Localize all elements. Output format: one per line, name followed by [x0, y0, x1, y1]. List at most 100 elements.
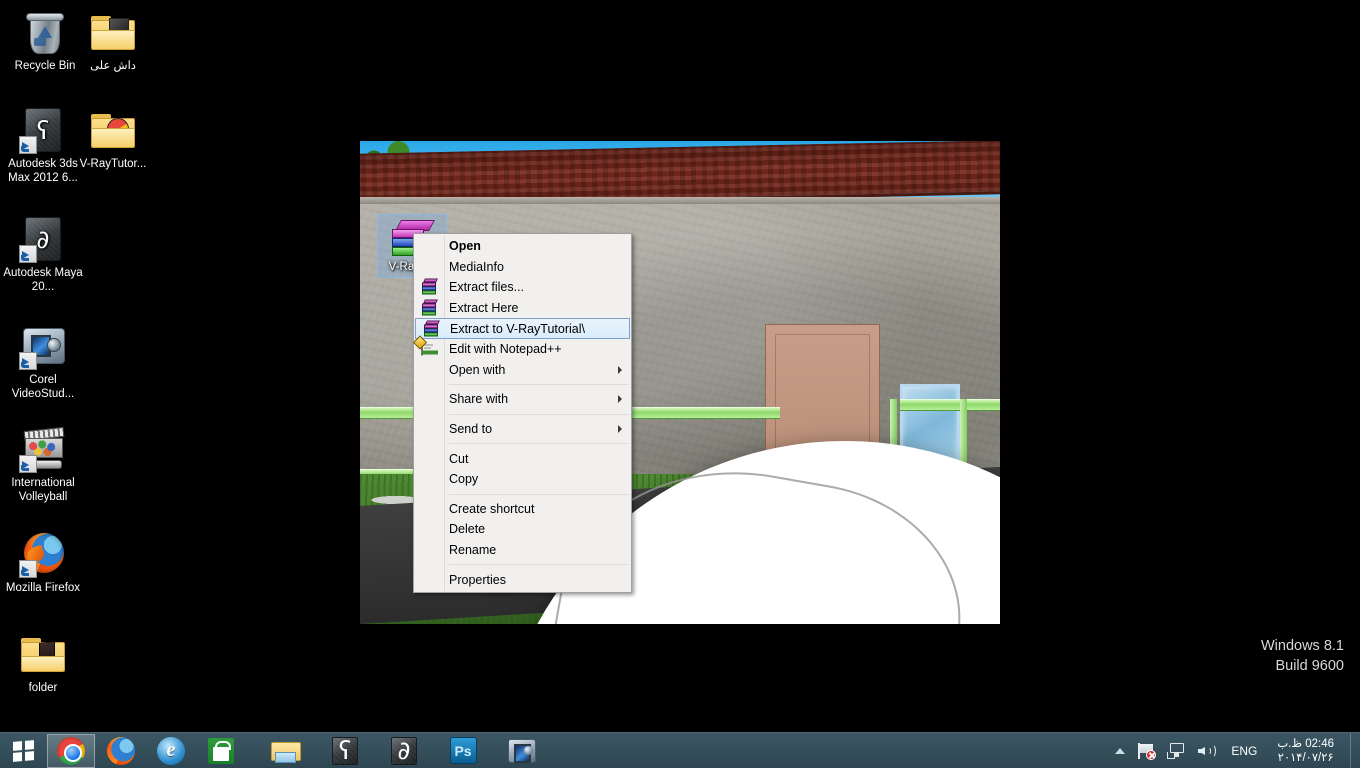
autodesk-maya-icon: ∂	[19, 215, 67, 263]
menu-item-label: Copy	[449, 472, 479, 487]
maya-glyph: ∂	[36, 224, 50, 254]
menu-item-copy[interactable]: Copy	[414, 469, 631, 490]
menu-item-extract-files[interactable]: Extract files...	[414, 277, 631, 298]
corel-videostudio-icon	[508, 738, 536, 763]
menu-item-share-with[interactable]: Share with	[414, 389, 631, 410]
desktop-icon-label: Mozilla Firefox	[5, 582, 81, 594]
max-glyph: ʕ	[36, 115, 50, 145]
taskbar-3ds-max[interactable]: ʕ	[321, 734, 369, 768]
menu-item-extract-here[interactable]: Extract Here	[414, 298, 631, 319]
menu-separator	[449, 413, 629, 415]
adobe-photoshop-icon: Ps	[449, 737, 477, 764]
menu-item-label: Open with	[449, 362, 506, 377]
folder-open-icon	[19, 630, 67, 678]
desktop-icon-label: Autodesk Maya 20...	[3, 267, 83, 293]
menu-item-label: Open	[449, 239, 481, 254]
menu-item-label: Extract files...	[449, 280, 525, 295]
scene-eave	[360, 197, 1000, 204]
international-volleyball-icon	[19, 425, 67, 473]
action-center-flag-icon	[1137, 742, 1157, 760]
menu-item-label: Send to	[449, 422, 493, 437]
menu-item-properties[interactable]: Properties	[414, 569, 631, 590]
menu-item-edit-with-notepadpp[interactable]: Edit with Notepad++	[412, 335, 631, 360]
menu-separator	[449, 493, 629, 495]
start-button[interactable]	[0, 733, 46, 768]
menu-item-label: Extract to V-RayTutorial\	[450, 321, 585, 336]
desktop-icon-label: V-RayTutor...	[79, 158, 147, 170]
menu-item-label: Cut	[449, 451, 469, 466]
recycle-bin-icon	[21, 8, 69, 56]
menu-item-label: Extract Here	[449, 301, 519, 316]
taskbar-firefox[interactable]	[97, 734, 145, 768]
menu-item-label: Share with	[449, 392, 509, 407]
menu-item-label: Edit with Notepad++	[449, 342, 562, 357]
desktop-icon-vraytutorial-folder[interactable]: V-RayTutor...	[70, 106, 156, 172]
menu-item-cut[interactable]: Cut	[414, 448, 631, 469]
desktop-icon-international-volleyball[interactable]: International Volleyball	[0, 425, 86, 504]
autodesk-3ds-max-icon: ʕ	[332, 736, 358, 765]
desktop-icon-autodesk-maya[interactable]: ∂ Autodesk Maya 20...	[0, 215, 86, 294]
menu-item-send-to[interactable]: Send to	[414, 419, 631, 440]
windows-store-icon	[208, 737, 234, 764]
submenu-arrow-icon	[618, 395, 622, 404]
windows-build-watermark: Windows 8.1 Build 9600	[1261, 636, 1344, 676]
menu-item-extract-to-folder[interactable]: Extract to V-RayTutorial\	[415, 318, 630, 339]
menu-item-create-shortcut[interactable]: Create shortcut	[414, 499, 631, 520]
clock-time: 02:46 ظ.ب	[1277, 737, 1334, 750]
volume-button[interactable]	[1191, 733, 1223, 768]
internet-explorer-icon: e	[157, 736, 185, 765]
clock[interactable]: 02:46 ظ.ب ۲۰۱۴/۰۷/۲۶	[1265, 733, 1350, 768]
submenu-arrow-icon	[618, 365, 622, 374]
taskbar-corel[interactable]	[498, 734, 546, 768]
watermark-line-2: Build 9600	[1275, 658, 1344, 674]
watermark-line-1: Windows 8.1	[1260, 638, 1344, 654]
folder-pictures-icon	[89, 8, 137, 56]
desktop-icon-corel-videostudio[interactable]: Corel VideoStud...	[0, 322, 86, 401]
menu-separator	[449, 384, 629, 386]
menu-item-open[interactable]: Open	[414, 236, 631, 257]
show-hidden-icons-button[interactable]	[1109, 733, 1131, 768]
windows-logo-icon	[12, 739, 34, 762]
mozilla-firefox-icon	[19, 530, 67, 578]
submenu-arrow-icon	[618, 425, 622, 434]
desktop-icon-dash-ali-folder[interactable]: داش على	[70, 8, 156, 74]
corel-videostudio-icon	[19, 322, 67, 370]
taskbar-photoshop[interactable]: Ps	[439, 734, 487, 768]
desktop-surface[interactable]: Recycle Bin داش على ʕ Autodesk 3ds Max 2…	[0, 0, 1360, 732]
menu-item-open-with[interactable]: Open with	[414, 360, 631, 381]
show-desktop-button[interactable]	[1350, 732, 1358, 768]
menu-item-label: Properties	[449, 572, 506, 587]
autodesk-maya-icon: ∂	[391, 736, 417, 765]
taskbar-file-explorer[interactable]	[262, 734, 310, 768]
taskbar[interactable]: e ʕ ∂ Ps ENG 02:46 ظ.ب ۲۰۱۴/۰۷/۲۶	[0, 732, 1360, 768]
menu-separator	[449, 564, 629, 566]
winrar-icon	[421, 299, 438, 317]
desktop-icon-label: داش على	[90, 60, 136, 72]
desktop-icon-label: folder	[28, 682, 58, 694]
menu-item-rename[interactable]: Rename	[414, 540, 631, 561]
desktop-icon-label: International Volleyball	[11, 477, 75, 503]
taskbar-store[interactable]	[197, 734, 245, 768]
desktop-icon-folder[interactable]: folder	[0, 630, 86, 696]
autodesk-3ds-max-icon: ʕ	[19, 106, 67, 154]
taskbar-chrome[interactable]	[47, 733, 95, 768]
google-chrome-icon	[57, 736, 85, 765]
file-explorer-icon	[271, 739, 301, 763]
chevron-up-icon	[1115, 747, 1126, 754]
network-button[interactable]	[1161, 733, 1191, 768]
menu-separator	[449, 443, 629, 445]
taskbar-maya[interactable]: ∂	[380, 734, 428, 768]
notepad-plus-icon	[412, 335, 438, 358]
menu-item-mediainfo[interactable]: MediaInfo	[414, 257, 631, 278]
language-indicator[interactable]: ENG	[1223, 733, 1265, 768]
file-context-menu[interactable]: Open MediaInfo Extract files... Extract …	[412, 233, 632, 593]
action-center-button[interactable]	[1131, 733, 1161, 768]
menu-item-label: MediaInfo	[449, 259, 504, 274]
menu-item-delete[interactable]: Delete	[414, 519, 631, 540]
desktop-icon-label: Corel VideoStud...	[11, 374, 75, 400]
clock-date: ۲۰۱۴/۰۷/۲۶	[1277, 751, 1334, 764]
winrar-icon	[421, 278, 438, 296]
menu-item-label: Delete	[449, 522, 486, 537]
taskbar-internet-explorer[interactable]: e	[147, 734, 195, 768]
desktop-icon-mozilla-firefox[interactable]: Mozilla Firefox	[0, 530, 86, 596]
